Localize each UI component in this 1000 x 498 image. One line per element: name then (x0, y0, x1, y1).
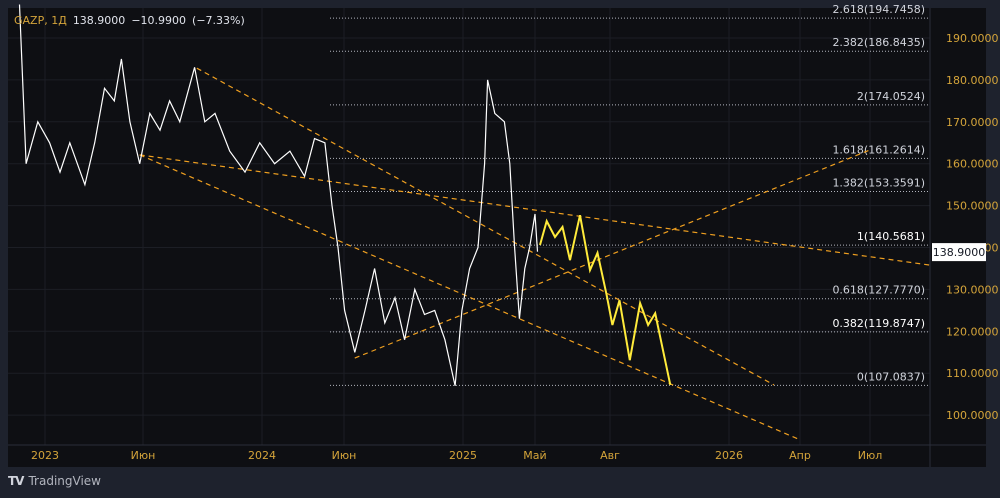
x-tick-label: 2024 (248, 449, 276, 462)
brand-name: TradingView (28, 474, 101, 488)
x-tick-label: 2026 (715, 449, 743, 462)
fib-level-label: 1.382(153.3591) (832, 177, 925, 190)
tradingview-logo-icon: TV (8, 474, 25, 488)
x-tick-label: Апр (789, 449, 811, 462)
y-tick-label: 120.0000 (946, 325, 999, 338)
fib-level-label: 0.382(119.8747) (832, 317, 925, 330)
fib-level-label: 0(107.0837) (857, 370, 925, 383)
price-chart[interactable]: 100.0000110.0000120.0000130.0000140.0000… (0, 0, 1000, 498)
fib-level-label: 1(140.5681) (857, 230, 925, 243)
trendline (196, 67, 775, 386)
last-price: 138.9000 (72, 14, 126, 27)
trendline (354, 149, 871, 359)
y-tick-label: 160.0000 (946, 158, 999, 171)
x-tick-label: Авг (600, 449, 620, 462)
x-tick-label: 2025 (449, 449, 477, 462)
symbol-legend: GAZP, 1Д 138.9000 −10.9900 (−7.33%) (14, 14, 251, 27)
symbol-label[interactable]: GAZP, 1Д (14, 14, 67, 27)
y-tick-label: 190.0000 (946, 32, 999, 45)
y-tick-label: 100.0000 (946, 409, 999, 422)
price-series-line (18, 4, 539, 386)
x-tick-label: Июн (332, 449, 357, 462)
y-tick-label: 170.0000 (946, 116, 999, 129)
fib-level-label: 2.618(194.7458) (832, 3, 925, 16)
y-tick-label: 130.0000 (946, 283, 999, 296)
price-change: −10.9900 (131, 14, 187, 27)
y-tick-label: 180.0000 (946, 74, 999, 87)
y-tick-label: 150.0000 (946, 200, 999, 213)
x-tick-label: Июл (858, 449, 883, 462)
tradingview-logo[interactable]: TV TradingView (8, 474, 101, 488)
fib-level-label: 0.618(127.7770) (832, 284, 925, 297)
x-tick-label: 2023 (31, 449, 59, 462)
x-tick-label: Июн (131, 449, 156, 462)
fib-level-label: 2(174.0524) (857, 90, 925, 103)
fib-level-label: 2.382(186.8435) (832, 36, 925, 49)
projection-path (539, 214, 672, 386)
x-tick-label: Май (523, 449, 546, 462)
last-price-label: 138.9000 (933, 246, 986, 259)
price-change-pct: (−7.33%) (192, 14, 245, 27)
trendline (139, 154, 801, 441)
y-tick-label: 110.0000 (946, 367, 999, 380)
fib-level-label: 1.618(161.2614) (832, 143, 925, 156)
